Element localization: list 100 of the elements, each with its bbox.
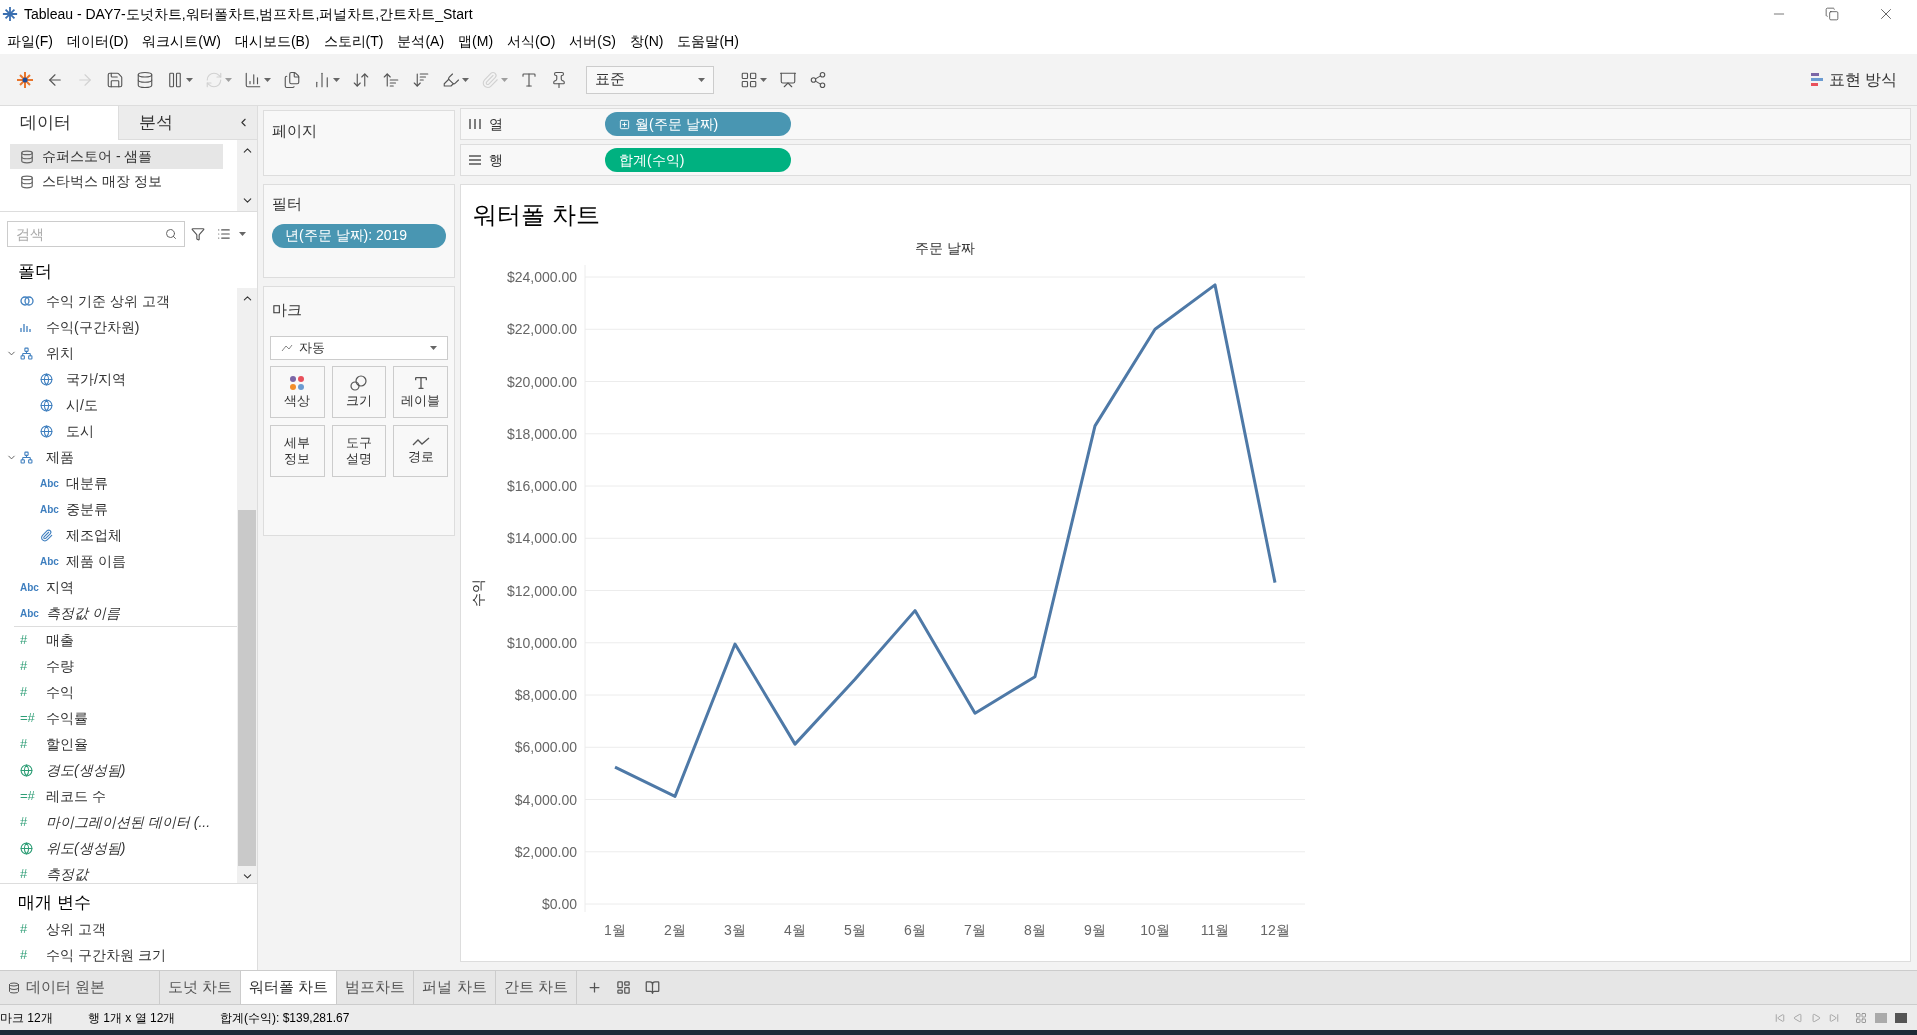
sheet-title: 워터폴 차트 (473, 201, 600, 228)
new-dashboard-icon[interactable] (615, 980, 631, 995)
list-view-icon[interactable] (217, 227, 231, 241)
field-item[interactable]: 제품 (46, 446, 74, 468)
globe-icon (40, 398, 53, 412)
highlighter-icon (442, 70, 460, 89)
field-item[interactable]: 수량 (46, 655, 74, 677)
field-item[interactable]: 중분류 (66, 498, 108, 520)
field-item[interactable]: 제조업체 (66, 524, 122, 546)
menu-item[interactable]: 스토리(T) (316, 30, 391, 52)
number-type-icon: # (20, 864, 28, 883)
string-type-icon: Abc (40, 501, 59, 517)
status-text: 마크 12개 (0, 1009, 54, 1027)
field-item[interactable]: 수익 구간차원 크기 (46, 944, 166, 966)
show-me-button[interactable]: 표현 방식 (1810, 67, 1897, 92)
menu-item[interactable]: 파일(F) (0, 30, 60, 52)
field-item[interactable]: 수익 기준 상위 고객 (46, 290, 170, 312)
x-tick-label: 3월 (724, 922, 746, 938)
field-item[interactable]: 수익률 (46, 707, 88, 729)
field-item[interactable]: 경도(생성됨) (46, 759, 126, 781)
caret-icon[interactable] (430, 345, 437, 350)
y-tick-label: $4,000.00 (514, 791, 577, 808)
shelf-label: 열 (489, 114, 503, 134)
database-icon (8, 981, 20, 994)
tab-view-icon[interactable] (1895, 1012, 1907, 1023)
paperclip-icon (481, 70, 499, 89)
number-type-icon: # (20, 682, 28, 702)
field-item[interactable]: 수익 (46, 681, 74, 703)
scrollbar-thumb[interactable] (238, 509, 256, 867)
x-tick-label: 9월 (1084, 922, 1106, 938)
field-item[interactable]: 위치 (46, 342, 74, 364)
clear-chart-icon (313, 70, 331, 89)
caret-icon[interactable] (462, 77, 469, 82)
mark-button[interactable]: 경로 (393, 424, 448, 477)
field-item[interactable]: 레코드 수 (46, 785, 106, 807)
field-item[interactable]: 상위 고객 (46, 918, 106, 940)
caret-icon[interactable] (186, 77, 193, 82)
sort-icon (382, 70, 400, 89)
caret-icon[interactable] (264, 77, 271, 82)
sheet-tab[interactable]: 워터폴 차트 (241, 971, 338, 1004)
histogram-icon (20, 322, 32, 332)
menu-item[interactable]: 맵(M) (451, 30, 501, 52)
caret-icon[interactable] (333, 77, 340, 82)
new-sheet-icon[interactable] (586, 980, 602, 995)
mark-button[interactable]: 세부 정보 (270, 424, 325, 477)
filter-icon[interactable] (191, 227, 205, 241)
data-source-item[interactable]: 스타벅스 매장 정보 (10, 169, 223, 194)
save-icon (106, 70, 124, 89)
field-item[interactable]: 위도(생성됨) (46, 837, 126, 859)
menu-item[interactable]: 워크시트(W) (135, 30, 228, 52)
menu-item[interactable]: 도움말(H) (670, 30, 746, 52)
menu-item[interactable]: 서식(O) (500, 30, 563, 52)
y-tick-label: $16,000.00 (506, 478, 577, 494)
menu-item[interactable]: 서버(S) (562, 30, 623, 52)
restore-icon[interactable] (1825, 7, 1839, 21)
card-title: 마크 (272, 300, 303, 320)
x-tick-label: 2월 (664, 922, 686, 938)
field-item[interactable]: 지역 (46, 576, 74, 598)
field-item[interactable]: 도시 (66, 420, 94, 442)
globe-icon (40, 424, 53, 438)
bars-icon (1810, 72, 1823, 87)
field-item[interactable]: 대분류 (66, 472, 108, 494)
expand-icon (619, 118, 630, 130)
menu-item[interactable]: 분석(A) (390, 30, 452, 52)
bar-chart-icon (244, 70, 262, 89)
caret-icon[interactable] (239, 232, 246, 236)
pause-icon (166, 70, 184, 89)
mark-button[interactable]: 레이블 (393, 365, 448, 418)
field-item[interactable]: 매출 (46, 629, 74, 651)
number-type-icon: # (20, 919, 28, 939)
sidebar-tab[interactable]: 분석 (118, 106, 237, 140)
mark-type-dropdown[interactable]: 자동 (270, 335, 448, 360)
field-item[interactable]: 국가/지역 (66, 368, 126, 390)
sidebar-tab[interactable]: 데이터 (0, 106, 118, 140)
mark-button[interactable]: 도구 설명 (331, 424, 387, 477)
data-source-item[interactable]: 슈퍼스토어 - 샘플 (10, 144, 223, 169)
menu-item[interactable]: 창(N) (623, 30, 671, 52)
x-tick-label: 5월 (844, 922, 866, 938)
caret-icon[interactable] (760, 77, 767, 82)
new-story-icon[interactable] (644, 980, 660, 995)
menu-item[interactable]: 데이터(D) (59, 30, 136, 52)
field-item[interactable]: 마이그레이션된 데이터 (... (46, 811, 211, 833)
x-tick-label: 4월 (784, 922, 806, 938)
field-item[interactable]: 수익(구간차원) (46, 316, 140, 338)
fit-dropdown[interactable]: 표준 (586, 65, 714, 94)
field-item[interactable]: 제품 이름 (66, 550, 126, 572)
search-field[interactable]: 검색 (7, 221, 185, 247)
database-icon (20, 174, 34, 189)
string-type-icon: Abc (40, 553, 59, 569)
logo-icon (2, 6, 18, 22)
caret-icon[interactable] (698, 77, 705, 82)
mark-button[interactable]: 크기 (331, 365, 387, 418)
field-item[interactable]: 측정값 이름 (46, 602, 120, 624)
mark-button[interactable]: 색상 (270, 365, 325, 418)
field-item[interactable]: 할인율 (46, 733, 88, 755)
duplicate-icon (283, 70, 301, 89)
card-title: 필터 (272, 194, 303, 214)
field-item[interactable]: 시/도 (66, 394, 98, 416)
menu-item[interactable]: 대시보드(B) (227, 30, 317, 52)
field-item[interactable]: 측정값 (46, 863, 88, 883)
